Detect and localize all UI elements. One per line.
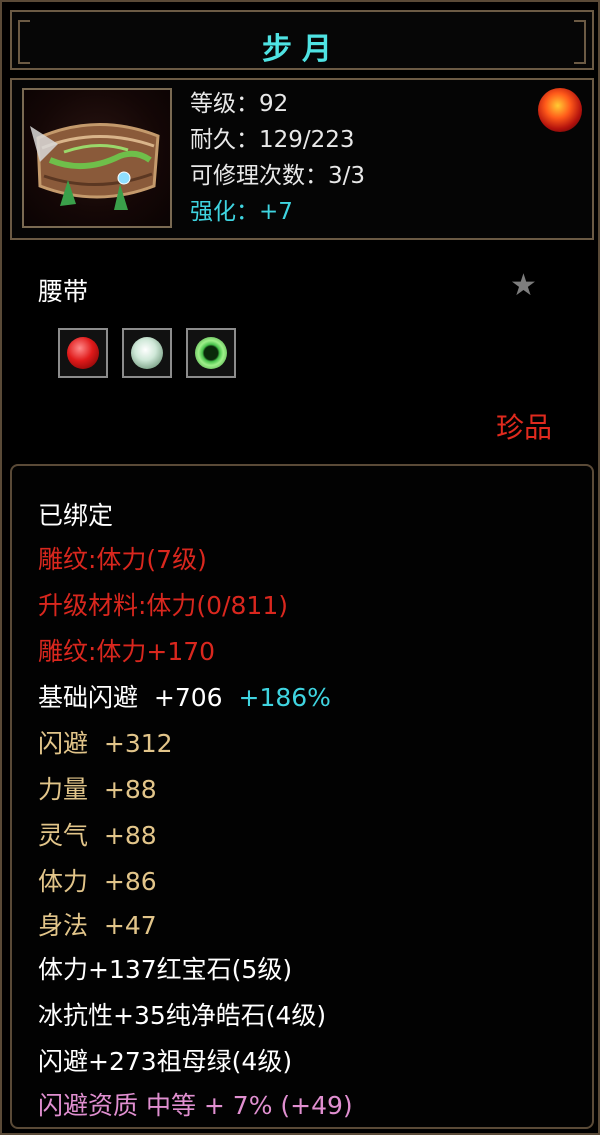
upgrade-material: 升级材料:体力(0/811) <box>38 591 288 620</box>
attribute-row: 闪避 +312 <box>38 724 173 760</box>
attribute-name: 体力 <box>38 867 89 896</box>
item-durability: 耐久：129/223 <box>190 127 355 153</box>
base-stat-value: +706 <box>153 683 223 712</box>
base-stat-label: 基础闪避 <box>38 683 139 712</box>
gem-bonus-emerald: 闪避+273祖母绿(4级) <box>38 1047 293 1076</box>
attribute-name: 灵气 <box>38 821 89 850</box>
base-stat-line: 基础闪避 +706 +186% <box>38 678 331 714</box>
rarity-label: 珍品 <box>495 411 552 444</box>
diamond-gem-icon[interactable] <box>122 328 172 378</box>
belt-icon-graphic <box>30 123 160 210</box>
engrave-bonus: 雕纹:体力+170 <box>38 637 216 666</box>
item-type: 腰带 <box>38 277 89 306</box>
base-stat-percent: +186% <box>238 683 331 712</box>
item-repair-count: 可修理次数：3/3 <box>190 163 366 189</box>
attribute-value: +88 <box>103 775 157 804</box>
attribute-name: 力量 <box>38 775 89 804</box>
attribute-panel: 已绑定 雕纹:体力(7级) 升级材料:体力(0/811) 雕纹:体力+170 基… <box>10 464 594 1129</box>
item-enhance: 强化：+7 <box>190 199 293 225</box>
gem-bonus-diamond: 冰抗性+35纯净皓石(4级) <box>38 1001 327 1030</box>
attribute-row: 身法 +47 <box>38 906 157 942</box>
attribute-row: 灵气 +88 <box>38 816 157 852</box>
belt-icon <box>22 88 172 228</box>
bound-status: 已绑定 <box>38 501 114 530</box>
attribute-row: 体力 +86 <box>38 862 157 898</box>
attribute-value: +312 <box>103 729 173 758</box>
item-level: 等级：92 <box>190 91 289 117</box>
aptitude-line: 闪避资质 中等 + 7% (+49) <box>38 1091 353 1120</box>
fire-orb-icon <box>538 88 582 132</box>
tooltip-frame: 步月 等级：92 耐久：129/223 可修理次数：3/3 强化：+7 腰带 ★ <box>0 0 600 1135</box>
ruby-gem-icon[interactable] <box>58 328 108 378</box>
star-icon[interactable]: ★ <box>510 268 537 303</box>
attribute-value: +88 <box>103 821 157 850</box>
attribute-name: 闪避 <box>38 729 89 758</box>
emerald-gem-icon[interactable] <box>186 328 236 378</box>
title-bar: 步月 <box>10 10 594 70</box>
attribute-row: 力量 +88 <box>38 770 157 806</box>
item-info-panel: 等级：92 耐久：129/223 可修理次数：3/3 强化：+7 <box>10 78 594 240</box>
item-name: 步月 <box>262 32 342 67</box>
engrave-title: 雕纹:体力(7级) <box>38 545 207 574</box>
attribute-name: 身法 <box>38 911 89 940</box>
gem-bonus-ruby: 体力+137红宝石(5级) <box>38 955 293 984</box>
item-stats: 等级：92 耐久：129/223 可修理次数：3/3 强化：+7 <box>190 86 365 230</box>
attribute-value: +86 <box>103 867 157 896</box>
attribute-value: +47 <box>103 911 157 940</box>
